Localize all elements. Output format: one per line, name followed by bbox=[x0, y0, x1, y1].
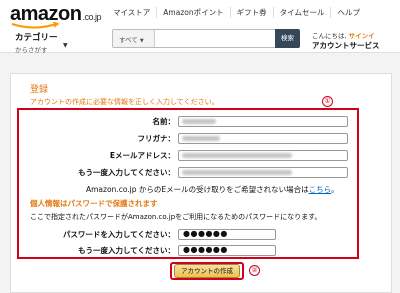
furigana-field[interactable] bbox=[178, 133, 348, 144]
redacted-value bbox=[182, 170, 292, 175]
redacted-value bbox=[182, 119, 216, 124]
nav-amazon-points[interactable]: Amazonポイント bbox=[156, 7, 229, 18]
step-badge-2: ② bbox=[249, 265, 260, 276]
name-label: 名前： bbox=[152, 117, 176, 126]
category-subtitle: からさがす bbox=[15, 46, 48, 54]
account-services[interactable]: アカウントサービス bbox=[312, 40, 380, 51]
password-field[interactable]: ●●●●●● bbox=[178, 229, 276, 240]
category-menu[interactable]: カテゴリー からさがす ▼ bbox=[15, 31, 68, 54]
privacy-heading: 個人情報はパスワードで保護されます bbox=[30, 199, 158, 208]
email-field[interactable] bbox=[178, 150, 348, 161]
password-confirm-field[interactable]: ●●●●●● bbox=[178, 245, 276, 256]
nav-gift-cards[interactable]: ギフト券 bbox=[229, 7, 273, 18]
email-confirm-field[interactable] bbox=[178, 167, 348, 178]
search-button[interactable]: 検索 bbox=[275, 29, 300, 48]
create-account-button[interactable]: アカウントの作成 bbox=[174, 264, 240, 278]
password-note: ここで指定されたパスワードがAmazon.co.jpをご利用になるためのパスワー… bbox=[30, 213, 322, 221]
email-confirm-label: もう一度入力してください： bbox=[78, 168, 175, 177]
step-badge-1: ① bbox=[322, 96, 333, 107]
password-confirm-mask: ●●●●●● bbox=[183, 245, 228, 254]
intro-text: アカウントの作成に必要な情報を正しく入力してください。 bbox=[30, 98, 219, 106]
signin-link[interactable]: サインイ bbox=[349, 32, 375, 40]
nav-my-store[interactable]: マイストア bbox=[113, 7, 156, 18]
password-label: パスワードを入力してください： bbox=[62, 230, 175, 239]
top-nav: マイストア Amazonポイント ギフト券 タイムセール ヘルプ bbox=[113, 7, 366, 18]
redacted-value bbox=[182, 136, 220, 141]
email-label: Eメールアドレス： bbox=[109, 151, 175, 160]
chevron-down-icon: ▼ bbox=[139, 38, 144, 44]
amazon-smile-icon bbox=[11, 22, 60, 29]
name-field[interactable] bbox=[178, 116, 348, 127]
page-title: 登録 bbox=[30, 85, 49, 95]
furigana-label: フリガナ： bbox=[137, 134, 176, 143]
opt-out-link[interactable]: こちら bbox=[309, 185, 332, 194]
password-mask: ●●●●●● bbox=[183, 229, 228, 238]
nav-help[interactable]: ヘルプ bbox=[330, 7, 366, 18]
email-opt-out-note: Amazon.co.jp からのEメールの受け取りをご希望されない場合はこちら。 bbox=[86, 185, 339, 194]
nav-time-sale[interactable]: タイムセール bbox=[272, 7, 331, 18]
greeting: こんにちは, サインイ bbox=[312, 32, 375, 40]
search-input[interactable] bbox=[156, 30, 276, 47]
category-title: カテゴリー bbox=[15, 33, 58, 43]
top-header: amazon.co.jp マイストア Amazonポイント ギフト券 タイムセー… bbox=[0, 0, 400, 54]
chevron-down-icon: ▼ bbox=[63, 42, 68, 49]
search-category-dropdown[interactable]: すべて ▼ bbox=[113, 30, 155, 47]
search-bar: すべて ▼ bbox=[112, 29, 300, 48]
redacted-value bbox=[182, 153, 292, 158]
password-confirm-label: もう一度入力してください： bbox=[78, 246, 175, 255]
